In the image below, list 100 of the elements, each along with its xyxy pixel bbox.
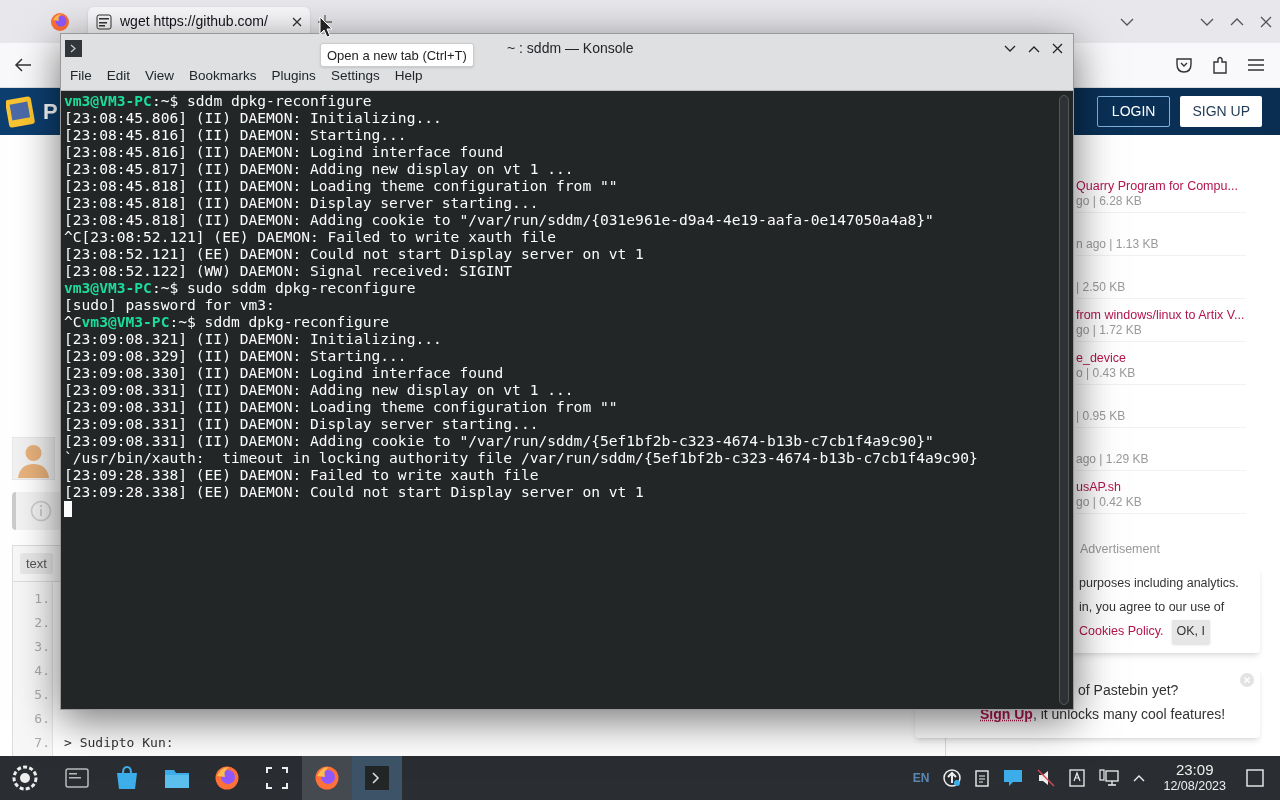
paste-title-link[interactable]: e_device: [1076, 351, 1127, 365]
menu-item[interactable]: View: [139, 66, 181, 87]
prompt-text: vm3@VM3-PC: [64, 92, 152, 109]
prompt-text: vm3@VM3-PC: [81, 313, 170, 330]
paste-meta: go | 6.28 KB: [1076, 193, 1143, 209]
binary-file-icon: [96, 13, 112, 30]
clock-date: 12/08/2023: [1163, 778, 1226, 794]
terminal-line: [23:09:08.331] (II) DAEMON: Adding cookie to "/var/run/sddm/{5ef1bf2b-c323-4674-b13b-c7cb1f4a9c90}": [64, 432, 935, 449]
paste-title-link[interactable]: usAP.sh: [1076, 480, 1121, 494]
close-icon[interactable]: [1052, 43, 1063, 54]
close-icon[interactable]: [1260, 15, 1272, 28]
clock[interactable]: 23:09 12/08/2023: [1163, 762, 1226, 794]
terminal-line: [23:09:28.338] (EE) DAEMON: Could not start Display server on vt 1: [64, 483, 645, 500]
paste-meta: | 0.95 KB: [1076, 408, 1127, 424]
terminal-line: [23:08:45.817] (II) DAEMON: Adding new display on vt 1 ...: [64, 160, 575, 177]
terminal-line: [23:08:45.816] (II) DAEMON: Starting...: [64, 126, 408, 143]
line-number: 2.: [34, 614, 50, 632]
cookies-policy-link[interactable]: Cookies Policy.: [1079, 622, 1164, 642]
advertisement-label: Advertisement: [1080, 541, 1160, 558]
terminal-line: [23:09:08.331] (II) DAEMON: Loading theme configuration from "": [64, 398, 619, 415]
line-number: 5.: [34, 686, 50, 704]
show-desktop-icon[interactable]: [1246, 769, 1264, 787]
terminal-line: [23:08:52.122] (WW) DAEMON: Signal received: SIGINT: [64, 262, 514, 279]
launcher-icon: [12, 765, 38, 791]
terminal-line: ^C[23:08:52.121] (EE) DAEMON: Failed to write xauth file: [64, 228, 558, 245]
browser-logo-icon: [314, 765, 340, 791]
code-line: > Sudipto Kun:: [64, 734, 174, 752]
terminal-line: [23:09:08.330] (II) DAEMON: Logind interface found: [64, 364, 505, 381]
terminal-line: [23:08:45.818] (II) DAEMON: Adding cookie to "/var/run/sddm/{031e961e-d9a4-4e19-aafa-0e147050a4a8}": [64, 211, 935, 228]
info-icon: [30, 500, 52, 522]
tooltip: Open a new tab (Ctrl+T): [320, 43, 474, 67]
syntax-tag: text: [20, 552, 53, 575]
paste-title-link[interactable]: Quarry Program for Compu...: [1076, 179, 1238, 193]
clock-time: 23:09: [1175, 762, 1214, 778]
shopping-bag-icon: [114, 765, 140, 791]
paste-meta: | 2.50 KB: [1076, 279, 1127, 295]
sign-up-text: Sign Up, it unlocks many cool features!: [980, 704, 1227, 724]
site-logo-icon[interactable]: [6, 94, 36, 129]
sign-up-text: of Pastebin yet?: [1078, 680, 1179, 700]
line-number: 1.: [34, 590, 50, 608]
minimize-icon[interactable]: [1200, 17, 1214, 26]
terminal-line: [23:09:08.331] (II) DAEMON: Display server starting...: [64, 415, 540, 432]
accept-cookies-button[interactable]: OK, I: [1171, 619, 1210, 644]
terminal-text: ^C: [64, 313, 82, 330]
clipboard-icon[interactable]: [975, 769, 990, 787]
sign-up-link[interactable]: Sign Up: [980, 705, 1033, 722]
close-icon[interactable]: [292, 16, 302, 27]
command-text: sudo sddm dpkg-reconfigure: [186, 279, 416, 296]
terminal-line: [23:09:08.329] (II) DAEMON: Starting...: [64, 347, 408, 364]
command-text: sddm dpkg-reconfigure: [203, 313, 390, 330]
browser-logo-icon: [214, 765, 240, 791]
chat-bubble-icon[interactable]: [1003, 769, 1024, 787]
menu-icon[interactable]: [1248, 58, 1264, 72]
command-text: sddm dpkg-reconfigure: [186, 92, 372, 109]
update-icon[interactable]: [943, 769, 962, 787]
caret-up-icon[interactable]: [1133, 774, 1146, 782]
muted-speaker-icon[interactable]: [1037, 769, 1056, 787]
chevron-down-icon[interactable]: [1120, 17, 1134, 26]
terminal-line: [23:08:45.818] (II) DAEMON: Display server starting...: [64, 194, 540, 211]
minimize-icon[interactable]: [1004, 44, 1016, 53]
window-list-icon: [64, 765, 90, 791]
line-number: 7.: [34, 734, 50, 752]
login-button[interactable]: LOGIN: [1096, 96, 1171, 127]
maximize-icon[interactable]: [1230, 17, 1244, 26]
maximize-icon[interactable]: [1028, 44, 1040, 53]
logo-text[interactable]: P: [43, 95, 58, 128]
terminal-line: [23:09:08.331] (II) DAEMON: Adding new display on vt 1 ...: [64, 381, 575, 398]
terminal-line: [23:08:45.816] (II) DAEMON: Logind interface found: [64, 143, 505, 160]
terminal-line: `/usr/bin/xauth: timeout in locking authority file /var/run/sddm/{5ef1bf2b-c323-4674-b13b-c7cb1f4a9c90}: [64, 449, 979, 466]
terminal-line: [23:09:28.338] (EE) DAEMON: Failed to write xauth file: [64, 466, 540, 483]
terminal-icon: [364, 765, 390, 791]
terminal-line: [23:08:45.818] (II) DAEMON: Loading theme configuration from "": [64, 177, 619, 194]
language-indicator[interactable]: EN: [912, 769, 930, 787]
terminal-line: [23:08:52.121] (EE) DAEMON: Could not start Display server on vt 1: [64, 245, 645, 262]
pocket-icon[interactable]: [1176, 57, 1192, 73]
cookie-text: in, you agree to our use of: [1079, 598, 1226, 616]
sign-up-button[interactable]: SIGN UP: [1180, 96, 1262, 127]
paste-meta: n ago | 1.13 KB: [1076, 236, 1160, 252]
paste-meta: o | 0.43 KB: [1076, 365, 1137, 381]
menu-item[interactable]: Plugins: [265, 66, 322, 87]
line-number: 4.: [34, 662, 50, 680]
tab-title: wget https://github.com/: [120, 12, 269, 31]
line-number: 3.: [34, 638, 50, 656]
paste-title-link[interactable]: from windows/linux to Artix V...: [1076, 308, 1245, 322]
prompt-symbol: :~$: [151, 279, 179, 296]
menu-item[interactable]: Settings: [324, 66, 386, 87]
menu-item[interactable]: Help: [388, 66, 429, 87]
network-icon[interactable]: [1099, 769, 1120, 787]
window-title: ~ : sddm — Konsole: [507, 39, 634, 58]
back-arrow-icon[interactable]: [14, 58, 32, 72]
terminal-icon[interactable]: [65, 40, 82, 57]
menu-item[interactable]: Edit: [100, 66, 137, 87]
prompt-text: vm3@VM3-PC: [64, 279, 152, 296]
scrollbar[interactable]: [1059, 95, 1069, 705]
screen-capture-icon: [264, 765, 290, 791]
menu-item[interactable]: File: [64, 66, 98, 87]
keyboard-layout-icon[interactable]: [1069, 769, 1086, 787]
terminal-line: [sudo] password for vm3:: [64, 296, 276, 313]
browser-logo-icon[interactable]: [50, 11, 70, 32]
menu-item[interactable]: Bookmarks: [183, 66, 263, 87]
